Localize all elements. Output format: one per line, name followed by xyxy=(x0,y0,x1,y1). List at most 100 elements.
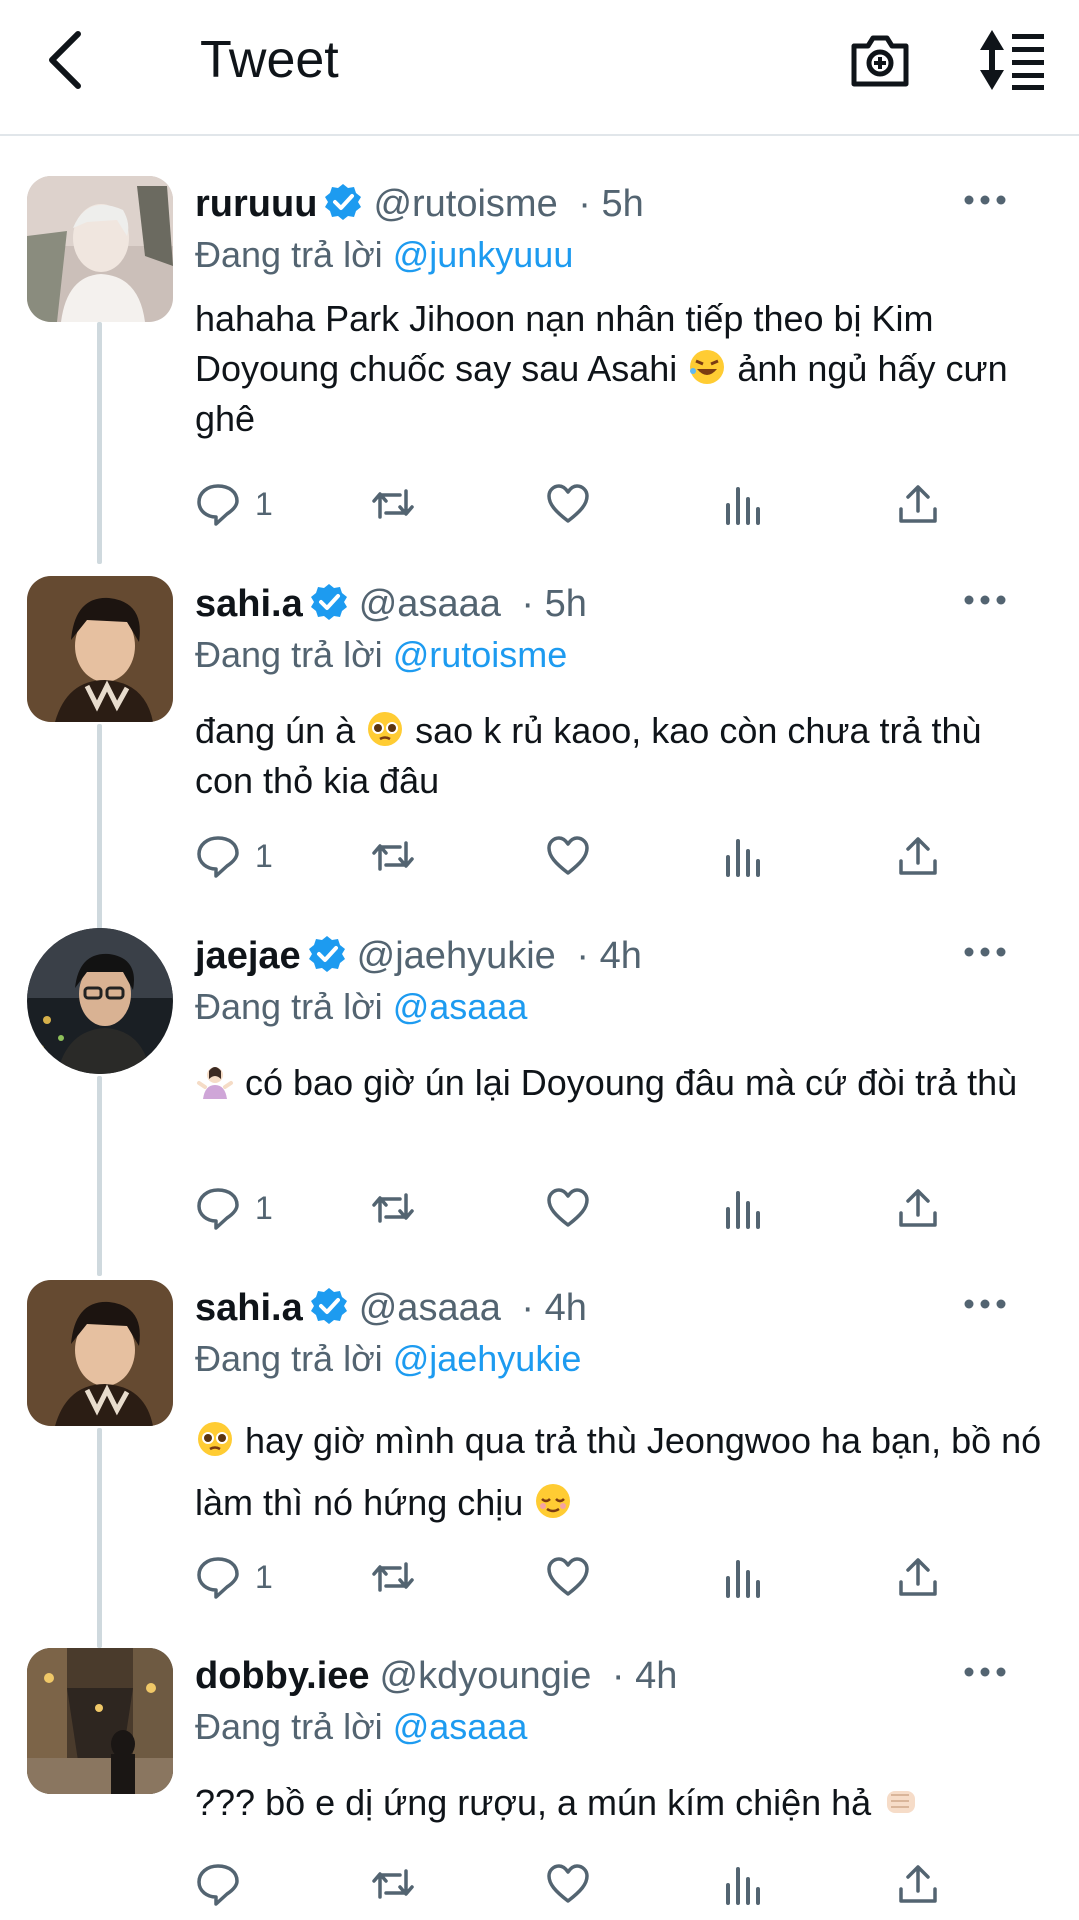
share-button[interactable] xyxy=(895,1180,941,1236)
more-options-button[interactable] xyxy=(960,1284,1010,1324)
reply-button[interactable]: 1 xyxy=(195,1180,273,1236)
separator-dot: · xyxy=(567,183,602,225)
replying-to: Đang trả lời @rutoisme xyxy=(195,634,568,675)
views-button[interactable] xyxy=(720,476,766,532)
separator-dot: · xyxy=(510,1287,545,1329)
comment-icon xyxy=(197,1188,239,1230)
share-icon xyxy=(899,1558,937,1596)
like-button[interactable] xyxy=(545,1856,591,1912)
share-button[interactable] xyxy=(895,476,941,532)
display-name[interactable]: dobby.iee xyxy=(195,1655,370,1697)
display-name[interactable]: ruruuu xyxy=(195,183,317,225)
comment-icon xyxy=(197,1557,239,1599)
views-button[interactable] xyxy=(720,828,766,884)
verified-badge-icon xyxy=(325,184,362,220)
views-button[interactable] xyxy=(720,1180,766,1236)
separator-dot: · xyxy=(565,935,600,977)
more-dots-icon xyxy=(964,947,1006,957)
avatar[interactable] xyxy=(27,176,173,322)
views-button[interactable] xyxy=(720,1549,766,1605)
tweet-actions: 1 xyxy=(195,476,995,532)
views-button[interactable] xyxy=(720,1856,766,1912)
like-button[interactable] xyxy=(545,828,591,884)
mention-link[interactable]: @junkyuuu xyxy=(393,234,574,275)
timestamp[interactable]: 4h xyxy=(600,935,642,977)
retweet-icon xyxy=(372,841,414,871)
display-name[interactable]: sahi.a xyxy=(195,583,303,625)
share-icon xyxy=(899,1189,937,1227)
tweet-header: jaejae @jaehyukie · 4h xyxy=(195,928,1055,984)
avatar-photo xyxy=(27,928,173,1074)
replying-to: Đang trả lời @asaaa xyxy=(195,986,528,1027)
retweet-icon xyxy=(372,1562,414,1592)
more-options-button[interactable] xyxy=(960,180,1010,220)
camera-button[interactable] xyxy=(848,28,912,92)
heart-icon xyxy=(547,484,589,523)
user-handle[interactable]: @kdyoungie xyxy=(380,1655,592,1697)
mention-link[interactable]: @asaaa xyxy=(393,986,528,1027)
views-chart-icon xyxy=(726,487,760,525)
avatar-photo xyxy=(27,176,173,322)
page-title: Tweet xyxy=(200,31,339,89)
verified-badge-icon xyxy=(310,584,347,620)
replying-to: Đang trả lời @junkyuuu xyxy=(195,234,574,275)
share-button[interactable] xyxy=(895,828,941,884)
comment-icon xyxy=(197,484,239,526)
views-chart-icon xyxy=(726,1560,760,1598)
user-handle[interactable]: @rutoisme xyxy=(373,183,557,225)
user-handle[interactable]: @asaaa xyxy=(359,1287,501,1329)
timestamp[interactable]: 4h xyxy=(635,1655,677,1697)
pleading-face-emoji-icon xyxy=(198,1422,232,1456)
display-name[interactable]: jaejae xyxy=(195,935,301,977)
more-options-button[interactable] xyxy=(960,580,1010,620)
more-options-button[interactable] xyxy=(960,1652,1010,1692)
share-button[interactable] xyxy=(895,1856,941,1912)
mention-link[interactable]: @jaehyukie xyxy=(393,1338,582,1379)
retweet-button[interactable] xyxy=(370,1180,416,1236)
retweet-button[interactable] xyxy=(370,1549,416,1605)
fist-bump-emoji-icon xyxy=(887,1791,916,1813)
verified-badge-icon xyxy=(310,1288,347,1324)
retweet-icon xyxy=(372,489,414,519)
reply-button[interactable] xyxy=(195,1856,255,1912)
more-dots-icon xyxy=(964,1299,1006,1309)
avatar[interactable] xyxy=(27,576,173,722)
mention-link[interactable]: @rutoisme xyxy=(393,634,568,675)
user-handle[interactable]: @asaaa xyxy=(359,583,501,625)
user-handle[interactable]: @jaehyukie xyxy=(357,935,556,977)
timestamp[interactable]: 5h xyxy=(602,183,644,225)
avatar[interactable] xyxy=(27,928,173,1074)
avatar-photo xyxy=(27,1280,173,1426)
avatar-photo xyxy=(27,576,173,722)
display-name[interactable]: sahi.a xyxy=(195,1287,303,1329)
avatar-photo xyxy=(27,1648,173,1794)
more-dots-icon xyxy=(964,595,1006,605)
share-icon xyxy=(899,837,937,875)
retweet-button[interactable] xyxy=(370,476,416,532)
share-icon xyxy=(899,1865,937,1903)
timestamp[interactable]: 5h xyxy=(545,583,587,625)
reply-button[interactable]: 1 xyxy=(195,828,273,884)
tweet-actions: 1 xyxy=(195,828,995,884)
more-dots-icon xyxy=(964,1667,1006,1677)
sort-replies-button[interactable] xyxy=(976,28,1046,92)
thread-line xyxy=(97,724,102,929)
retweet-button[interactable] xyxy=(370,828,416,884)
share-button[interactable] xyxy=(895,1549,941,1605)
avatar[interactable] xyxy=(27,1648,173,1794)
tweet-header: ruruuu @rutoisme · 5h xyxy=(195,176,1055,232)
separator-dot: · xyxy=(601,1655,636,1697)
back-button[interactable] xyxy=(38,28,92,92)
like-button[interactable] xyxy=(545,476,591,532)
like-button[interactable] xyxy=(545,1180,591,1236)
pleading-face-emoji-icon xyxy=(368,712,403,746)
more-options-button[interactable] xyxy=(960,932,1010,972)
timestamp[interactable]: 4h xyxy=(545,1287,587,1329)
mention-link[interactable]: @asaaa xyxy=(393,1706,528,1747)
thread-line xyxy=(97,322,102,564)
reply-button[interactable]: 1 xyxy=(195,476,273,532)
retweet-button[interactable] xyxy=(370,1856,416,1912)
like-button[interactable] xyxy=(545,1549,591,1605)
reply-button[interactable]: 1 xyxy=(195,1549,273,1605)
avatar[interactable] xyxy=(27,1280,173,1426)
